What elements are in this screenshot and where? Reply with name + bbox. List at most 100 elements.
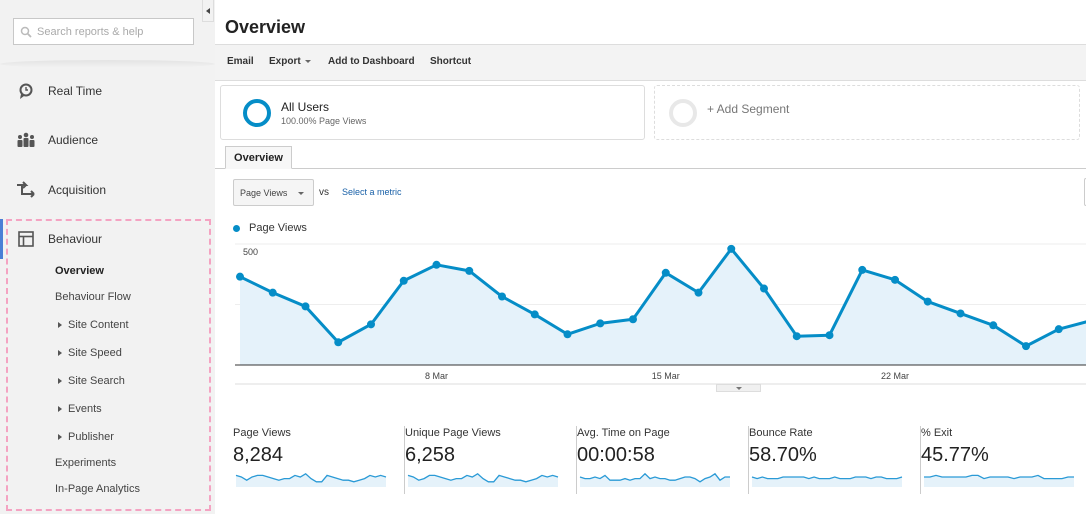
sidebar: Real Time Audience Acquisition xyxy=(0,0,215,514)
scorecard[interactable]: Unique Page Views 6,258 xyxy=(405,426,577,494)
expand-triangle-icon xyxy=(58,322,62,328)
data-point xyxy=(1022,342,1030,351)
expand-triangle-icon xyxy=(58,350,62,356)
data-point xyxy=(399,276,408,285)
sidebar-subitem-site-speed[interactable]: Site Speed xyxy=(55,347,122,359)
sidebar-subitem-experiments[interactable]: Experiments xyxy=(55,457,116,469)
data-point xyxy=(760,284,768,293)
segment-ring-icon xyxy=(243,98,271,127)
legend-dot xyxy=(233,224,240,232)
sidebar-subitem-overview[interactable]: Overview xyxy=(55,265,104,277)
subitem-label: Experiments xyxy=(55,457,117,469)
data-point xyxy=(465,266,474,275)
area-fill xyxy=(240,248,1086,365)
scorecard[interactable]: % Exit 45.77% xyxy=(921,426,1086,494)
scorecard[interactable]: Avg. Time on Page 00:00:58 xyxy=(577,426,749,494)
x-tick-label: 8 Mar xyxy=(425,371,448,381)
layout-icon xyxy=(16,229,36,249)
scorecard-value: 8,284 xyxy=(233,444,284,466)
export-button[interactable]: Export xyxy=(269,56,311,67)
add-segment-button[interactable]: + Add Segment xyxy=(654,85,1080,140)
data-point xyxy=(661,268,670,277)
sparkline xyxy=(579,472,730,487)
expand-triangle-icon xyxy=(58,378,62,384)
data-point xyxy=(825,331,834,340)
sparkline xyxy=(924,474,1074,487)
sidebar-subitem-in-page-analytics[interactable]: In-Page Analytics xyxy=(55,483,140,495)
tab-overview[interactable]: Overview xyxy=(225,146,292,169)
chart-legend: Page Views xyxy=(233,222,307,234)
data-point xyxy=(334,338,343,347)
data-point xyxy=(301,302,310,311)
sidebar-subitem-behaviour-flow[interactable]: Behaviour Flow xyxy=(55,291,131,303)
sidebar-subitem-publisher[interactable]: Publisher xyxy=(55,431,114,443)
scorecard-value: 6,258 xyxy=(405,444,456,466)
sparkline-area xyxy=(580,473,730,487)
sidebar-item-label: Acquisition xyxy=(48,183,107,197)
subitem-label: Site Search xyxy=(68,375,125,387)
sparkline xyxy=(235,472,387,487)
add-segment-label: + Add Segment xyxy=(707,101,790,116)
sidebar-item-acquisition[interactable]: Acquisition xyxy=(0,175,215,205)
expand-triangle-icon xyxy=(58,434,62,440)
sidebar-item-label: Behaviour xyxy=(48,232,103,246)
data-point xyxy=(596,319,605,328)
sidebar-subitem-site-content[interactable]: Site Content xyxy=(55,319,129,331)
people-icon xyxy=(16,130,36,150)
select-metric-link[interactable]: Select a metric xyxy=(342,187,402,197)
data-point xyxy=(858,265,867,274)
sidebar-item-label: Real Time xyxy=(48,84,103,98)
metric-select[interactable]: Page Views xyxy=(233,179,314,206)
caret-down-icon xyxy=(298,192,304,195)
scorecard-title: Page Views xyxy=(233,427,291,439)
subitem-label: Overview xyxy=(55,265,104,277)
email-button[interactable]: Email xyxy=(227,56,254,67)
search-input[interactable] xyxy=(37,25,187,38)
data-point xyxy=(367,320,375,329)
chevron-left-icon xyxy=(206,7,210,14)
caret-down-icon xyxy=(304,60,311,63)
scorecard-title: Avg. Time on Page xyxy=(577,427,670,439)
subitem-label: Site Speed xyxy=(68,347,122,359)
clock-icon xyxy=(16,81,36,101)
search-divider xyxy=(0,60,215,68)
segment-all-users[interactable]: All Users 100.00% Page Views xyxy=(220,85,645,140)
metric-select-value: Page Views xyxy=(240,187,288,198)
sidebar-item-behaviour[interactable]: Behaviour xyxy=(0,224,215,254)
data-point xyxy=(956,309,965,318)
chart-toggle-button[interactable] xyxy=(716,384,761,392)
data-point xyxy=(530,310,539,319)
data-point xyxy=(989,321,998,330)
arrows-icon xyxy=(16,180,36,200)
segment-ring-icon xyxy=(669,98,697,127)
caret-down-icon xyxy=(735,386,742,390)
sidebar-subitem-events[interactable]: Events xyxy=(55,403,102,415)
data-point xyxy=(694,288,703,297)
scorecards: Page Views 8,284 Unique Page Views 6,258 Avg… xyxy=(215,420,1086,500)
search-box[interactable] xyxy=(13,18,194,45)
subitem-label: Site Content xyxy=(68,319,129,331)
data-point xyxy=(236,272,244,281)
scorecard[interactable]: Bounce Rate 58.70% xyxy=(749,426,921,494)
sparkline xyxy=(407,472,559,487)
sidebar-item-label: Audience xyxy=(48,133,99,147)
sidebar-item-real-time[interactable]: Real Time xyxy=(0,76,215,106)
x-tick-label: 15 Mar xyxy=(652,371,680,381)
subitem-label: Events xyxy=(68,403,102,415)
shortcut-button[interactable]: Shortcut xyxy=(430,56,471,67)
segment-title: All Users xyxy=(281,99,330,114)
scorecard[interactable]: Page Views 8,284 xyxy=(233,426,405,494)
legend-label: Page Views xyxy=(249,222,307,234)
add-to-dashboard-button[interactable]: Add to Dashboard xyxy=(328,56,415,67)
data-point xyxy=(891,275,899,284)
scorecard-title: Bounce Rate xyxy=(749,427,813,439)
vs-label: vs xyxy=(319,187,329,198)
scorecard-value: 58.70% xyxy=(749,444,817,466)
sidebar-subitem-site-search[interactable]: Site Search xyxy=(55,375,125,387)
sidebar-item-audience[interactable]: Audience xyxy=(0,125,215,155)
x-tick-label: 22 Mar xyxy=(881,371,909,381)
collapse-sidebar-button[interactable] xyxy=(202,0,214,22)
data-point xyxy=(923,297,932,306)
data-point xyxy=(629,315,637,324)
main-content: Overview Email Export Add to Dashboard S… xyxy=(215,0,1086,514)
